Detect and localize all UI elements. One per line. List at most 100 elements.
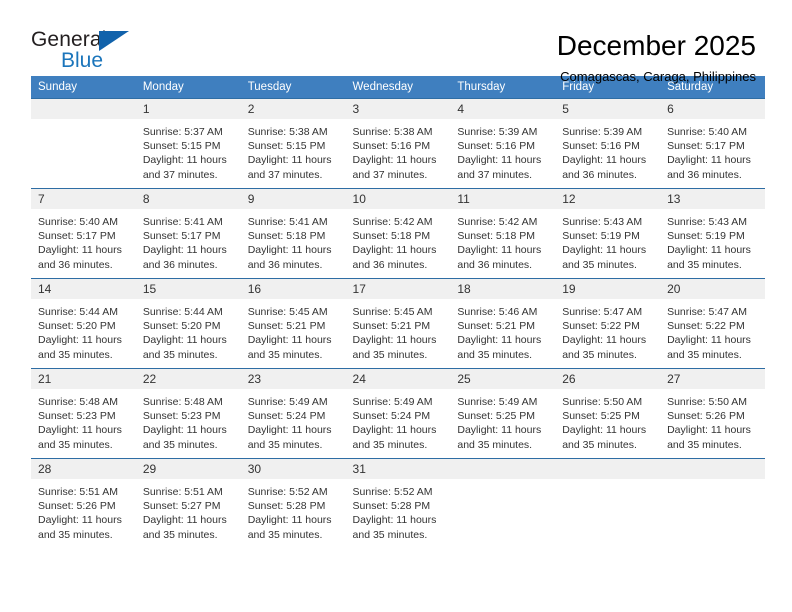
sunrise-text: Sunrise: 5:39 AM <box>457 126 538 138</box>
daylight-text-line2: and 35 minutes. <box>562 348 637 361</box>
weekday-header-monday: Monday <box>135 76 241 99</box>
day-cell[interactable]: 11 Sunrise: 5:42 AM Sunset: 5:18 PM Dayl… <box>450 188 556 279</box>
day-cell[interactable]: 23 Sunrise: 5:49 AM Sunset: 5:24 PM Dayl… <box>240 368 346 459</box>
sunrise-text: Sunrise: 5:51 AM <box>38 486 118 498</box>
daylight-text-line2: and 35 minutes. <box>38 438 113 451</box>
day-cell[interactable]: 28 Sunrise: 5:51 AM Sunset: 5:26 PM Dayl… <box>31 458 136 548</box>
day-number: 18 <box>450 279 556 299</box>
daylight-text-line1: Daylight: 11 hours <box>352 424 437 437</box>
daylight-text-line2: and 35 minutes. <box>667 258 742 271</box>
day-number: 3 <box>345 99 451 119</box>
day-number <box>555 459 661 479</box>
daylight-text-line2: and 35 minutes. <box>667 348 742 361</box>
day-cell[interactable]: 21 Sunrise: 5:48 AM Sunset: 5:23 PM Dayl… <box>31 368 136 459</box>
day-cell[interactable]: 22 Sunrise: 5:48 AM Sunset: 5:23 PM Dayl… <box>135 368 241 459</box>
day-cell[interactable] <box>31 98 136 189</box>
daylight-text-line1: Daylight: 11 hours <box>247 424 332 437</box>
day-number: 17 <box>345 279 451 299</box>
sunset-text: Sunset: 5:27 PM <box>142 500 221 513</box>
general-blue-logo[interactable]: General Blue <box>31 28 161 76</box>
day-details: Sunrise: 5:44 AM Sunset: 5:20 PM Dayligh… <box>31 299 136 362</box>
daylight-text-line1: Daylight: 11 hours <box>38 244 122 257</box>
day-cell[interactable]: 27 Sunrise: 5:50 AM Sunset: 5:26 PM Dayl… <box>660 368 765 459</box>
day-number: 30 <box>240 459 346 479</box>
day-cell[interactable]: 19 Sunrise: 5:47 AM Sunset: 5:22 PM Dayl… <box>555 278 661 369</box>
day-cell[interactable]: 10 Sunrise: 5:42 AM Sunset: 5:18 PM Dayl… <box>345 188 451 279</box>
day-cell[interactable]: 31 Sunrise: 5:52 AM Sunset: 5:28 PM Dayl… <box>345 458 451 548</box>
daylight-text-line2: and 35 minutes. <box>352 528 428 541</box>
day-details: Sunrise: 5:51 AM Sunset: 5:26 PM Dayligh… <box>31 479 136 542</box>
sunrise-text: Sunrise: 5:52 AM <box>352 486 433 498</box>
calendar-wrapper: Sunday Monday Tuesday Wednesday Thursday… <box>0 76 792 548</box>
day-number: 24 <box>345 369 451 389</box>
daylight-text-line1: Daylight: 11 hours <box>247 514 332 527</box>
sunset-text: Sunset: 5:21 PM <box>457 320 536 333</box>
day-cell[interactable]: 14 Sunrise: 5:44 AM Sunset: 5:20 PM Dayl… <box>31 278 136 369</box>
daylight-text-line1: Daylight: 11 hours <box>352 154 437 167</box>
day-number: 14 <box>31 279 136 299</box>
day-number: 15 <box>135 279 241 299</box>
daylight-text-line1: Daylight: 11 hours <box>142 154 227 167</box>
daylight-text-line1: Daylight: 11 hours <box>352 244 437 257</box>
day-cell[interactable] <box>555 458 661 548</box>
day-number: 12 <box>555 189 661 209</box>
daylight-text-line1: Daylight: 11 hours <box>667 424 751 437</box>
day-cell[interactable]: 6 Sunrise: 5:40 AM Sunset: 5:17 PM Dayli… <box>660 98 765 189</box>
day-cell[interactable]: 1 Sunrise: 5:37 AM Sunset: 5:15 PM Dayli… <box>135 98 241 189</box>
day-cell[interactable]: 8 Sunrise: 5:41 AM Sunset: 5:17 PM Dayli… <box>135 188 241 279</box>
daylight-text-line1: Daylight: 11 hours <box>247 244 332 257</box>
day-cell[interactable]: 29 Sunrise: 5:51 AM Sunset: 5:27 PM Dayl… <box>135 458 241 548</box>
daylight-text-line1: Daylight: 11 hours <box>457 154 542 167</box>
daylight-text-line2: and 36 minutes. <box>247 258 323 271</box>
sunset-text: Sunset: 5:17 PM <box>667 140 745 153</box>
day-number <box>660 459 765 479</box>
day-cell[interactable]: 30 Sunrise: 5:52 AM Sunset: 5:28 PM Dayl… <box>240 458 346 548</box>
weekday-header-sunday: Sunday <box>31 76 136 99</box>
daylight-text-line2: and 35 minutes. <box>667 438 742 451</box>
day-details: Sunrise: 5:49 AM Sunset: 5:24 PM Dayligh… <box>241 389 346 452</box>
day-cell[interactable]: 16 Sunrise: 5:45 AM Sunset: 5:21 PM Dayl… <box>240 278 346 369</box>
sunset-text: Sunset: 5:24 PM <box>352 410 431 423</box>
sunset-text: Sunset: 5:26 PM <box>667 410 745 423</box>
sunrise-text: Sunrise: 5:49 AM <box>457 396 538 408</box>
day-cell[interactable]: 2 Sunrise: 5:38 AM Sunset: 5:15 PM Dayli… <box>240 98 346 189</box>
day-cell[interactable]: 7 Sunrise: 5:40 AM Sunset: 5:17 PM Dayli… <box>31 188 136 279</box>
sunrise-text: Sunrise: 5:46 AM <box>457 306 538 318</box>
day-number: 22 <box>135 369 241 389</box>
sunrise-text: Sunrise: 5:41 AM <box>247 216 328 228</box>
sunset-text: Sunset: 5:24 PM <box>247 410 326 423</box>
day-cell[interactable]: 25 Sunrise: 5:49 AM Sunset: 5:25 PM Dayl… <box>450 368 556 459</box>
day-cell[interactable]: 5 Sunrise: 5:39 AM Sunset: 5:16 PM Dayli… <box>555 98 661 189</box>
day-details: Sunrise: 5:38 AM Sunset: 5:15 PM Dayligh… <box>241 119 346 182</box>
day-cell[interactable]: 20 Sunrise: 5:47 AM Sunset: 5:22 PM Dayl… <box>660 278 765 369</box>
sunrise-text: Sunrise: 5:44 AM <box>38 306 118 318</box>
daylight-text-line2: and 35 minutes. <box>142 528 218 541</box>
day-cell[interactable]: 15 Sunrise: 5:44 AM Sunset: 5:20 PM Dayl… <box>135 278 241 369</box>
day-cell[interactable]: 13 Sunrise: 5:43 AM Sunset: 5:19 PM Dayl… <box>660 188 765 279</box>
day-details: Sunrise: 5:42 AM Sunset: 5:18 PM Dayligh… <box>450 209 555 272</box>
day-cell[interactable]: 9 Sunrise: 5:41 AM Sunset: 5:18 PM Dayli… <box>240 188 346 279</box>
day-details: Sunrise: 5:48 AM Sunset: 5:23 PM Dayligh… <box>31 389 136 452</box>
day-cell[interactable]: 24 Sunrise: 5:49 AM Sunset: 5:24 PM Dayl… <box>345 368 451 459</box>
daylight-text-line1: Daylight: 11 hours <box>562 244 647 257</box>
weekday-header-wednesday: Wednesday <box>345 76 451 99</box>
daylight-text-line1: Daylight: 11 hours <box>38 514 122 527</box>
day-cell[interactable] <box>450 458 556 548</box>
day-cell[interactable]: 3 Sunrise: 5:38 AM Sunset: 5:16 PM Dayli… <box>345 98 451 189</box>
sunset-text: Sunset: 5:23 PM <box>38 410 116 423</box>
day-cell[interactable]: 12 Sunrise: 5:43 AM Sunset: 5:19 PM Dayl… <box>555 188 661 279</box>
daylight-text-line2: and 36 minutes. <box>457 258 533 271</box>
day-cell[interactable]: 4 Sunrise: 5:39 AM Sunset: 5:16 PM Dayli… <box>450 98 556 189</box>
daylight-text-line1: Daylight: 11 hours <box>142 244 227 257</box>
day-details: Sunrise: 5:39 AM Sunset: 5:16 PM Dayligh… <box>450 119 555 182</box>
daylight-text-line1: Daylight: 11 hours <box>667 334 751 347</box>
day-cell[interactable] <box>660 458 765 548</box>
day-cell[interactable]: 26 Sunrise: 5:50 AM Sunset: 5:25 PM Dayl… <box>555 368 661 459</box>
day-details: Sunrise: 5:50 AM Sunset: 5:25 PM Dayligh… <box>555 389 660 452</box>
sunset-text: Sunset: 5:23 PM <box>142 410 221 423</box>
daylight-text-line1: Daylight: 11 hours <box>562 424 647 437</box>
day-cell[interactable]: 17 Sunrise: 5:45 AM Sunset: 5:21 PM Dayl… <box>345 278 451 369</box>
day-cell[interactable]: 18 Sunrise: 5:46 AM Sunset: 5:21 PM Dayl… <box>450 278 556 369</box>
day-number: 31 <box>345 459 451 479</box>
sunrise-text: Sunrise: 5:39 AM <box>562 126 643 138</box>
